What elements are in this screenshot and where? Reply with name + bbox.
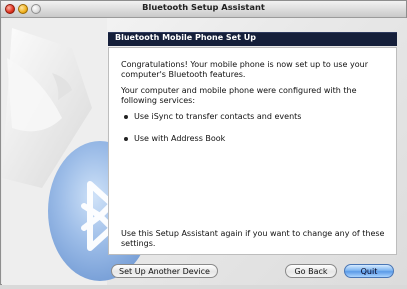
quit-button[interactable]: Quit — [344, 264, 394, 278]
congratulations-text: Congratulations! Your mobile phone is no… — [121, 60, 368, 79]
section-title: Bluetooth Mobile Phone Set Up — [115, 33, 256, 42]
bullet-icon — [124, 137, 128, 141]
bluetooth-setup-window: Bluetooth Setup Assistant Bluetooth Mobi… — [0, 0, 407, 285]
content-panel: Congratulations! Your mobile phone is no… — [108, 47, 397, 255]
set-up-another-device-button[interactable]: Set Up Another Device — [111, 264, 218, 278]
window-title: Bluetooth Setup Assistant — [142, 2, 265, 12]
bullet-icon — [124, 115, 128, 119]
configured-services-text: Your computer and mobile phone were conf… — [121, 86, 357, 105]
service-list-item: Use with Address Book — [124, 134, 394, 144]
footer-note: Use this Setup Assistant again if you wa… — [121, 229, 385, 248]
title-bar[interactable]: Bluetooth Setup Assistant — [1, 1, 406, 18]
service-address-book-label: Use with Address Book — [134, 134, 226, 143]
go-back-button[interactable]: Go Back — [285, 264, 337, 278]
service-isync-label: Use iSync to transfer contacts and event… — [134, 112, 302, 121]
service-list-item: Use iSync to transfer contacts and event… — [124, 112, 394, 122]
section-header: Bluetooth Mobile Phone Set Up — [108, 32, 397, 46]
